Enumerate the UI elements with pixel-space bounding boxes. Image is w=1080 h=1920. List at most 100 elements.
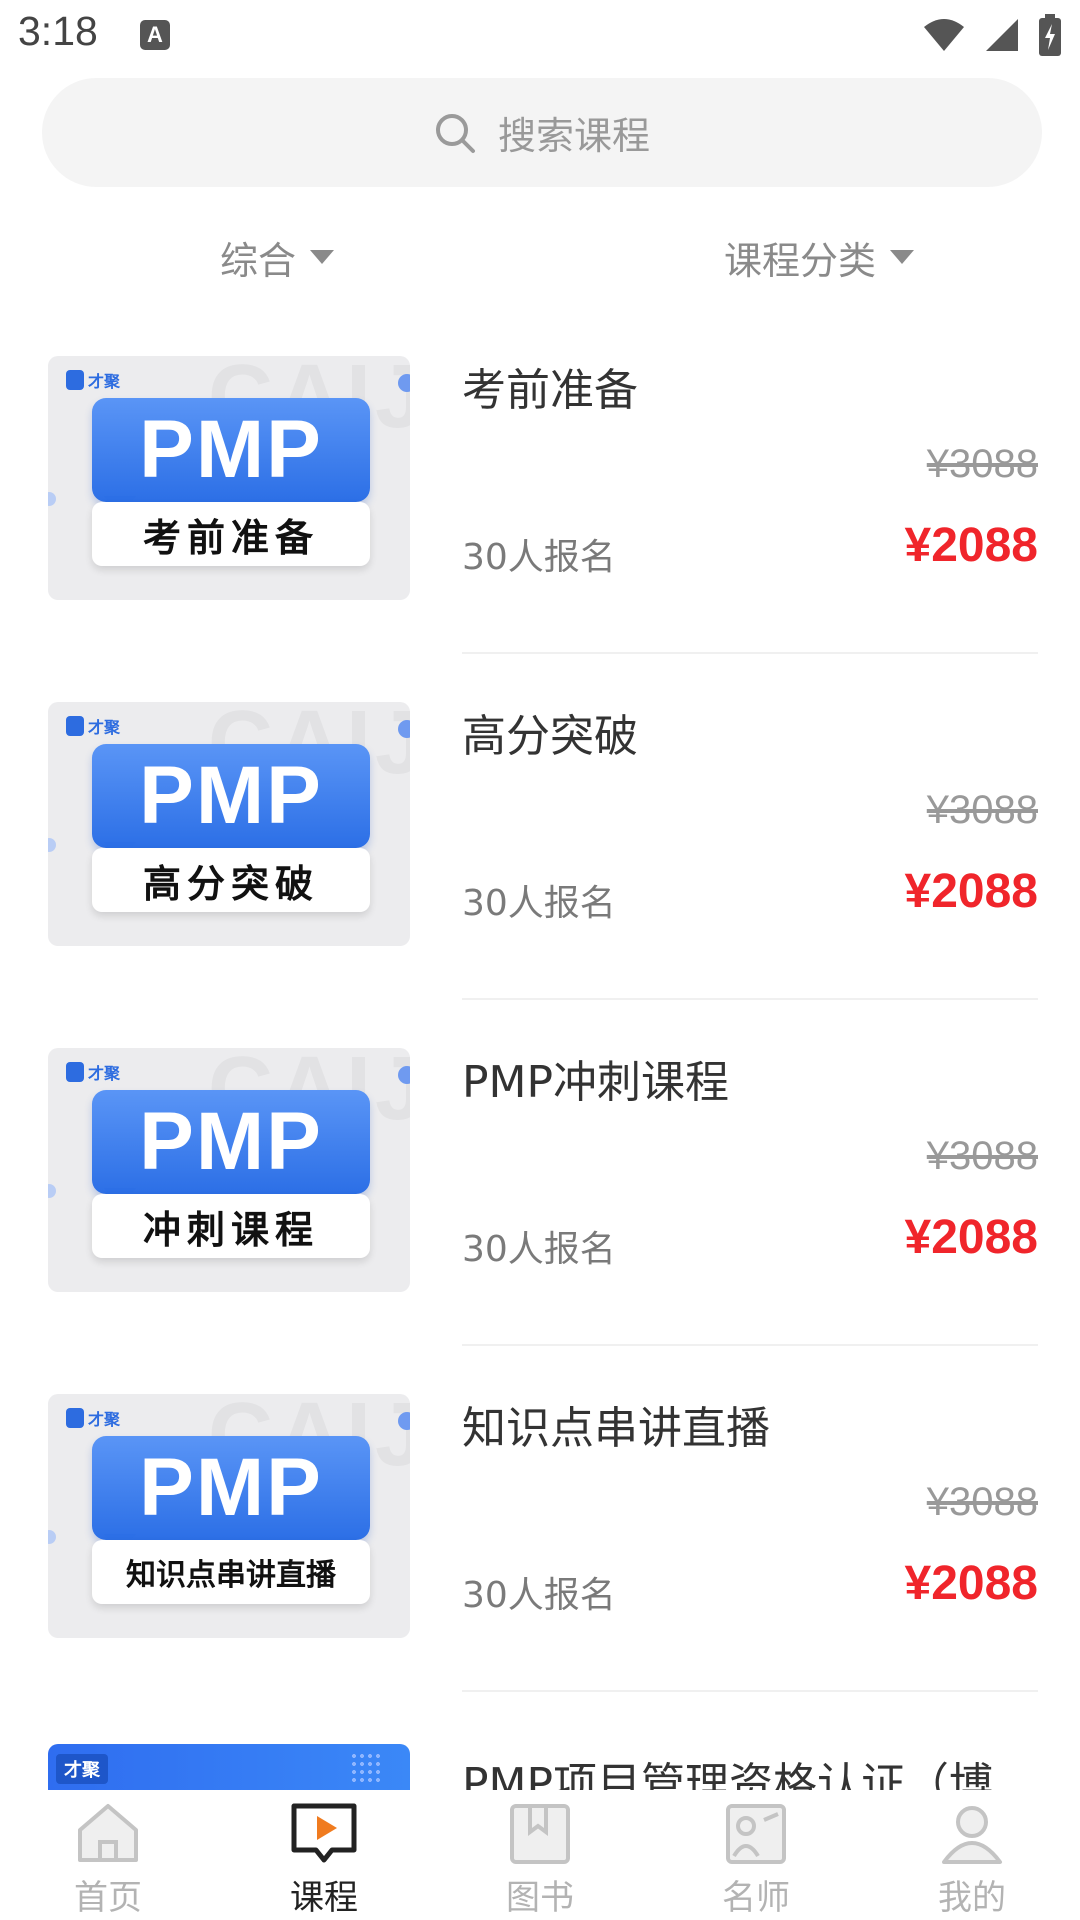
course-title: 知识点串讲直播 [462, 1403, 770, 1454]
logo-icon [66, 1408, 84, 1428]
home-icon [78, 1804, 138, 1862]
divider [462, 1344, 1038, 1346]
original-price: ¥3088 [926, 788, 1038, 832]
profile-icon [942, 1806, 1002, 1864]
filter-bar: 综合 课程分类 [0, 222, 1080, 292]
status-bar: 3:18 A [0, 0, 1080, 72]
original-price: ¥3088 [926, 1480, 1038, 1524]
dot-grid-decor [350, 1752, 380, 1782]
enrollment-count: 30人报名 [462, 883, 616, 924]
thumb-main-text: PMP [139, 1096, 323, 1187]
course-item[interactable]: CAIJU “ 才聚 PMP 冲刺课程 PMP冲刺课程 ¥3088 30人报名 … [0, 1010, 1080, 1356]
thumb-subtitle: 考前准备 [142, 515, 319, 560]
caret-down-icon [890, 250, 915, 264]
thumb-main-text: PMP [139, 750, 323, 841]
brand-logo: 才聚 [66, 714, 120, 738]
category-filter[interactable]: 课程分类 [724, 222, 915, 292]
course-item[interactable]: CAIJU “ 才聚 PMP 知识点串讲直播 知识点串讲直播 ¥3088 30人… [0, 1356, 1080, 1702]
logo-text: 才聚 [88, 1410, 121, 1429]
search-bar[interactable]: 搜索课程 [42, 78, 1042, 187]
thumb-subtitle-box: 高分突破 [92, 848, 370, 912]
tab-label: 首页 [74, 1878, 142, 1918]
teacher-icon [726, 1804, 786, 1864]
course-thumbnail: CAIJU “ 才聚 PMP 高分突破 [48, 702, 410, 946]
decor-dot [398, 1412, 410, 1430]
course-title: PMP冲刺课程 [462, 1057, 730, 1108]
enrollment-count: 30人报名 [462, 1575, 616, 1616]
brand-logo: 才聚 [66, 1060, 120, 1084]
battery-icon [1039, 14, 1061, 56]
sale-price: ¥2088 [904, 519, 1038, 572]
thumb-subtitle-box: 知识点串讲直播 [92, 1540, 370, 1604]
decor-dot [398, 720, 410, 738]
tab-label: 我的 [938, 1878, 1006, 1918]
status-time: 3:18 [18, 8, 98, 54]
course-item[interactable]: CAIJU “ 才聚 PMP 高分突破 高分突破 ¥3088 30人报名 ¥20… [0, 664, 1080, 1010]
logo-icon [66, 1062, 84, 1082]
thumb-subtitle-box: 考前准备 [92, 502, 370, 566]
divider [462, 1690, 1038, 1692]
decor-dot [48, 838, 56, 852]
thumb-badge: PMP [92, 1436, 370, 1540]
thumb-badge: PMP [92, 744, 370, 848]
status-icons [922, 12, 1062, 58]
brand-logo: 才聚 [56, 1754, 108, 1784]
thumb-subtitle-box: 冲刺课程 [92, 1194, 370, 1258]
logo-text: 才聚 [88, 718, 121, 737]
decor-dot [48, 492, 56, 506]
logo-icon [66, 716, 84, 736]
course-title: 高分突破 [462, 711, 638, 762]
course-title: 考前准备 [462, 365, 638, 416]
brand-logo: 才聚 [66, 368, 120, 392]
tab-course[interactable]: 课程 [216, 1790, 432, 1920]
course-thumbnail: CAIJU “ 才聚 PMP 考前准备 [48, 356, 410, 600]
category-filter-label: 课程分类 [724, 238, 877, 283]
sale-price: ¥2088 [904, 1211, 1038, 1264]
sale-price: ¥2088 [904, 1557, 1038, 1610]
brand-logo: 才聚 [66, 1406, 120, 1430]
course-thumbnail: CAIJU “ 才聚 PMP 冲刺课程 [48, 1048, 410, 1292]
tab-books[interactable]: 图书 [432, 1790, 648, 1920]
notification-icon: A [140, 20, 170, 50]
course-thumbnail: CAIJU “ 才聚 PMP 知识点串讲直播 [48, 1394, 410, 1638]
thumb-subtitle: 冲刺课程 [142, 1207, 319, 1252]
sale-price: ¥2088 [904, 865, 1038, 918]
thumb-badge: PMP [92, 398, 370, 502]
tab-label: 图书 [506, 1878, 574, 1918]
decor-dot [398, 374, 410, 392]
logo-text: 才聚 [88, 372, 121, 391]
tab-home[interactable]: 首页 [0, 1790, 216, 1920]
tab-teachers[interactable]: 名师 [648, 1790, 864, 1920]
sort-filter[interactable]: 综合 [220, 222, 335, 292]
divider [462, 652, 1038, 654]
tab-profile[interactable]: 我的 [864, 1790, 1080, 1920]
tab-label: 名师 [722, 1878, 790, 1918]
tab-label: 课程 [290, 1878, 358, 1918]
original-price: ¥3088 [926, 442, 1038, 486]
enrollment-count: 30人报名 [462, 1229, 616, 1270]
search-icon [435, 113, 475, 153]
original-price: ¥3088 [926, 1134, 1038, 1178]
decor-dot [48, 1530, 56, 1544]
bottom-tab-bar: 首页 课程 图书 名师 我的 [0, 1790, 1080, 1920]
thumb-subtitle: 高分突破 [142, 861, 319, 906]
signal-icon [986, 19, 1018, 51]
thumb-main-text: PMP [139, 404, 323, 495]
decor-dot [48, 1184, 56, 1198]
book-icon [510, 1804, 570, 1864]
course-item[interactable]: CAIJU “ 才聚 PMP 考前准备 考前准备 ¥3088 30人报名 ¥20… [0, 318, 1080, 664]
divider [462, 998, 1038, 1000]
logo-icon [66, 370, 84, 390]
enrollment-count: 30人报名 [462, 537, 616, 578]
wifi-icon [924, 19, 964, 51]
sort-filter-label: 综合 [220, 238, 297, 283]
decor-dot [398, 1066, 410, 1084]
search-placeholder: 搜索课程 [497, 114, 650, 158]
course-list: CAIJU “ 才聚 PMP 考前准备 考前准备 ¥3088 30人报名 ¥20… [0, 318, 1080, 1790]
thumb-badge: PMP [92, 1090, 370, 1194]
logo-text: 才聚 [88, 1064, 121, 1083]
caret-down-icon [310, 250, 335, 264]
thumb-main-text: PMP [139, 1442, 323, 1533]
thumb-subtitle: 知识点串讲直播 [126, 1558, 336, 1593]
course-play-icon [291, 1803, 357, 1863]
